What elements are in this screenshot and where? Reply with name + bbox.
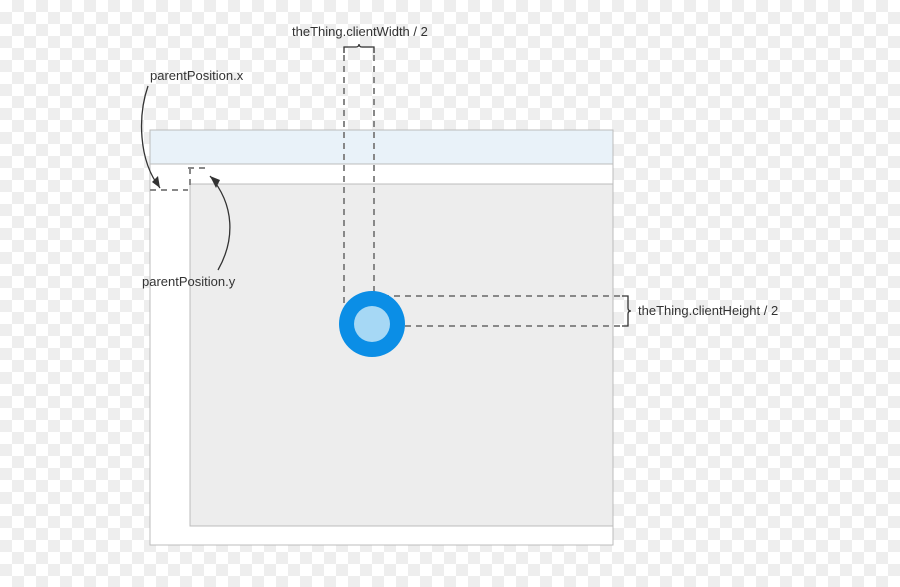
- diagram-stage: parentPosition.x parentPosition.y theThi…: [0, 0, 900, 587]
- bracket-client-height: [622, 296, 631, 326]
- label-client-width-half: theThing.clientWidth / 2: [292, 24, 428, 39]
- label-client-height-half: theThing.clientHeight / 2: [638, 303, 778, 318]
- label-parent-y: parentPosition.y: [142, 274, 235, 289]
- bracket-client-width: [344, 44, 374, 53]
- content-area: [190, 184, 613, 526]
- label-parent-x: parentPosition.x: [150, 68, 243, 83]
- diagram-svg: [0, 0, 900, 587]
- the-thing-inner-circle: [354, 306, 390, 342]
- browser-titlebar: [150, 130, 613, 164]
